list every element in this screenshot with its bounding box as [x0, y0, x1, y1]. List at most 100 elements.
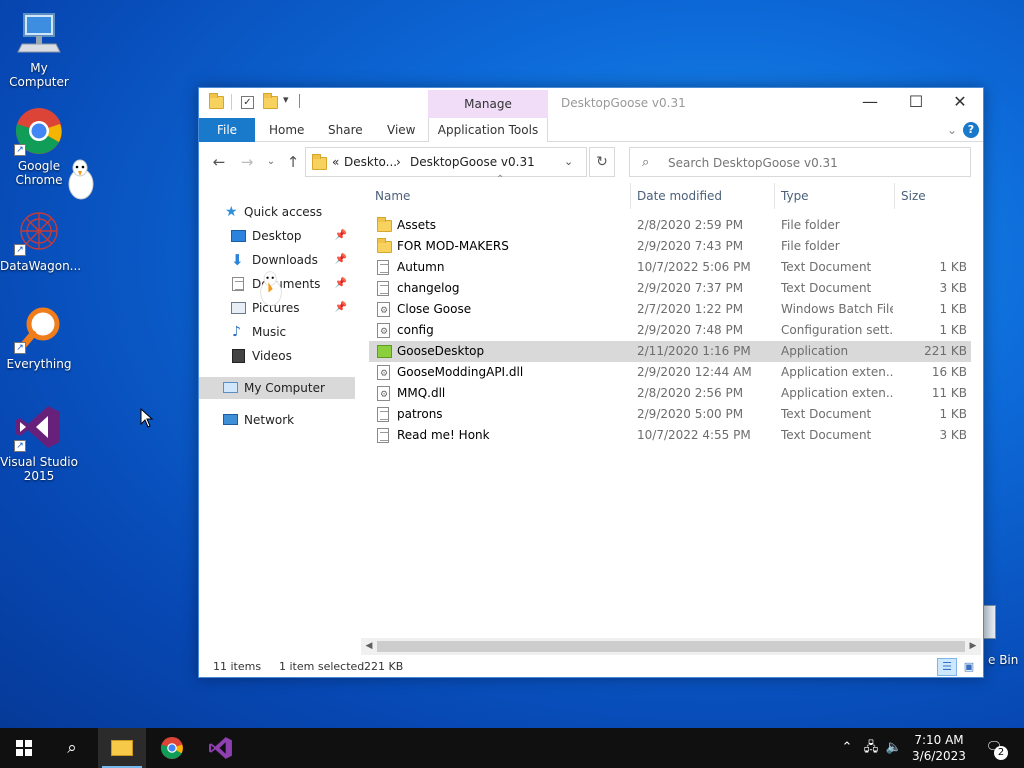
selection-size: 221 KB — [364, 660, 404, 673]
forward-button[interactable]: → — [237, 152, 257, 172]
minimize-button[interactable]: — — [847, 88, 893, 118]
file-row-mmq-dll[interactable]: MMQ.dll 2/8/2020 2:56 PM Application ext… — [369, 383, 971, 404]
tab-manage[interactable]: Manage — [428, 90, 548, 118]
column-header-size[interactable]: Size — [895, 183, 973, 209]
scrollbar-thumb[interactable] — [377, 641, 965, 652]
desktop-icon-recycle-bin[interactable]: e Bin — [984, 605, 1024, 675]
recycle-bin-icon — [984, 605, 996, 639]
address-dropdown-icon[interactable]: ⌄ — [564, 155, 573, 168]
breadcrumb-current-folder[interactable]: DesktopGoose v0.31 — [410, 155, 535, 169]
pin-icon[interactable]: 📌 — [335, 249, 347, 271]
scroll-left-icon[interactable]: ◀ — [362, 639, 376, 654]
breadcrumb-desktop[interactable]: Deskto... — [344, 155, 397, 169]
file-row-close-goose[interactable]: Close Goose 2/7/2020 1:22 PM Windows Bat… — [369, 299, 971, 320]
refresh-button[interactable]: ↻ — [589, 147, 615, 177]
file-name: Read me! Honk — [397, 428, 490, 442]
nav-item-label: Quick access — [244, 205, 323, 219]
volume-icon[interactable]: 🔈 — [884, 728, 904, 768]
pin-icon[interactable]: 📌 — [335, 297, 347, 319]
taskbar-chrome[interactable] — [148, 728, 196, 768]
desktop-icon-datawagon[interactable]: ↗ DataWagon... — [0, 206, 81, 273]
nav-item-my-computer[interactable]: My Computer — [199, 377, 355, 399]
scroll-right-icon[interactable]: ▶ — [966, 639, 980, 654]
search-button[interactable]: ⌕ — [48, 728, 96, 768]
desktop-icon-my-computer[interactable]: My Computer — [0, 8, 78, 89]
quick-access-divider — [231, 94, 232, 110]
shortcut-arrow-icon: ↗ — [14, 440, 26, 452]
clock[interactable]: 7:10 AM 3/6/2023 — [906, 732, 972, 764]
shortcut-arrow-icon: ↗ — [14, 244, 26, 256]
properties-checkbox-icon[interactable]: ✓ — [241, 96, 254, 109]
tab-view[interactable]: View — [379, 118, 423, 142]
file-date: 2/9/2020 7:37 PM — [637, 281, 744, 295]
folder-icon — [111, 740, 133, 756]
nav-item-label: Network — [244, 413, 295, 427]
tab-home[interactable]: Home — [261, 118, 312, 142]
file-row-assets[interactable]: Assets 2/8/2020 2:59 PM File folder — [369, 215, 971, 236]
tab-file[interactable]: File — [199, 118, 255, 142]
pin-icon[interactable]: 📌 — [335, 273, 347, 295]
customize-quick-access-icon[interactable]: ▾ — [283, 93, 299, 109]
nav-item-label: Downloads — [252, 253, 318, 267]
close-button[interactable]: ✕ — [937, 88, 983, 118]
file-row-patrons[interactable]: patrons 2/9/2020 5:00 PM Text Document 1… — [369, 404, 971, 425]
file-row-config[interactable]: config 2/9/2020 7:48 PM Configuration se… — [369, 320, 971, 341]
column-header-type[interactable]: Type — [775, 183, 893, 209]
file-date: 10/7/2022 4:55 PM — [637, 428, 751, 442]
desktop-icon-visual-studio[interactable]: ↗ Visual Studio 2015 — [0, 402, 78, 483]
show-hidden-icons-icon[interactable]: ⌃ — [838, 728, 856, 768]
search-box[interactable]: ⌕ — [629, 147, 971, 177]
file-row-changelog[interactable]: changelog 2/9/2020 7:37 PM Text Document… — [369, 278, 971, 299]
file-row-goosemoddingapi-dll[interactable]: GooseModdingAPI.dll 2/9/2020 12:44 AM Ap… — [369, 362, 971, 383]
file-row-for-mod-makers[interactable]: FOR MOD-MAKERS 2/9/2020 7:43 PM File fol… — [369, 236, 971, 257]
desktop-icon-everything[interactable]: ↗ Everything — [0, 304, 78, 371]
back-button[interactable]: ← — [209, 152, 229, 172]
text-file-icon — [377, 428, 389, 443]
nav-item-videos[interactable]: Videos — [199, 345, 355, 367]
tab-share[interactable]: Share — [320, 118, 371, 142]
file-row-read-me-honk[interactable]: Read me! Honk 10/7/2022 4:55 PM Text Doc… — [369, 425, 971, 446]
file-size: 1 KB — [939, 407, 967, 421]
batch-file-icon — [377, 302, 390, 317]
new-folder-icon[interactable] — [263, 93, 279, 112]
maximize-button[interactable]: ☐ — [893, 88, 939, 118]
file-row-autumn[interactable]: Autumn 10/7/2022 5:06 PM Text Document 1… — [369, 257, 971, 278]
column-header-date-modified[interactable]: Date modified — [631, 183, 773, 209]
nav-item-desktop[interactable]: Desktop 📌 — [199, 225, 355, 247]
file-size: 3 KB — [939, 428, 967, 442]
file-type: Application exten... — [781, 386, 893, 400]
file-name: patrons — [397, 407, 443, 421]
nav-item-network[interactable]: Network — [199, 409, 355, 431]
nav-item-music[interactable]: ♪ Music — [199, 321, 355, 343]
details-view-icon[interactable]: ☰ — [937, 658, 957, 676]
file-type: Text Document — [781, 407, 872, 421]
pin-icon[interactable]: 📌 — [335, 225, 347, 247]
up-button[interactable]: ↑ — [283, 152, 303, 172]
breadcrumb-separator[interactable]: › — [396, 155, 401, 169]
file-size: 16 KB — [931, 365, 967, 379]
file-name: config — [397, 323, 434, 337]
nav-item-downloads[interactable]: ⬇ Downloads 📌 — [199, 249, 355, 271]
start-button[interactable] — [0, 728, 48, 768]
large-icons-view-icon[interactable]: ▣ — [959, 658, 979, 676]
column-header-name[interactable]: Name — [369, 183, 629, 209]
network-status-icon[interactable]: 🖧 — [860, 728, 882, 768]
search-input[interactable] — [668, 154, 958, 172]
navigation-bar: ← → ⌄ ↑ « Deskto... › DesktopGoose v0.31… — [199, 143, 983, 181]
tab-application-tools[interactable]: Application Tools — [428, 118, 548, 142]
file-name: Close Goose — [397, 302, 472, 316]
address-bar[interactable]: « Deskto... › DesktopGoose v0.31 ⌄ — [305, 147, 587, 177]
mouse-cursor-icon — [140, 407, 154, 428]
expand-ribbon-icon[interactable]: ⌄ — [947, 123, 957, 137]
file-row-goosedesktop[interactable]: GooseDesktop 2/11/2020 1:16 PM Applicati… — [369, 341, 971, 362]
file-date: 2/7/2020 1:22 PM — [637, 302, 744, 316]
recent-locations-button[interactable]: ⌄ — [261, 152, 281, 172]
taskbar-visual-studio[interactable] — [197, 728, 245, 768]
help-icon[interactable]: ? — [963, 122, 979, 138]
computer-icon — [223, 382, 238, 393]
horizontal-scrollbar[interactable]: ◀ ▶ — [361, 638, 981, 655]
breadcrumb-overflow[interactable]: « — [332, 155, 339, 169]
nav-item-quick-access[interactable]: ★ Quick access — [199, 201, 355, 223]
taskbar-file-explorer[interactable] — [98, 728, 146, 768]
title-bar[interactable]: ✓ ▾ Manage DesktopGoose v0.31 — ☐ ✕ — [199, 88, 983, 118]
